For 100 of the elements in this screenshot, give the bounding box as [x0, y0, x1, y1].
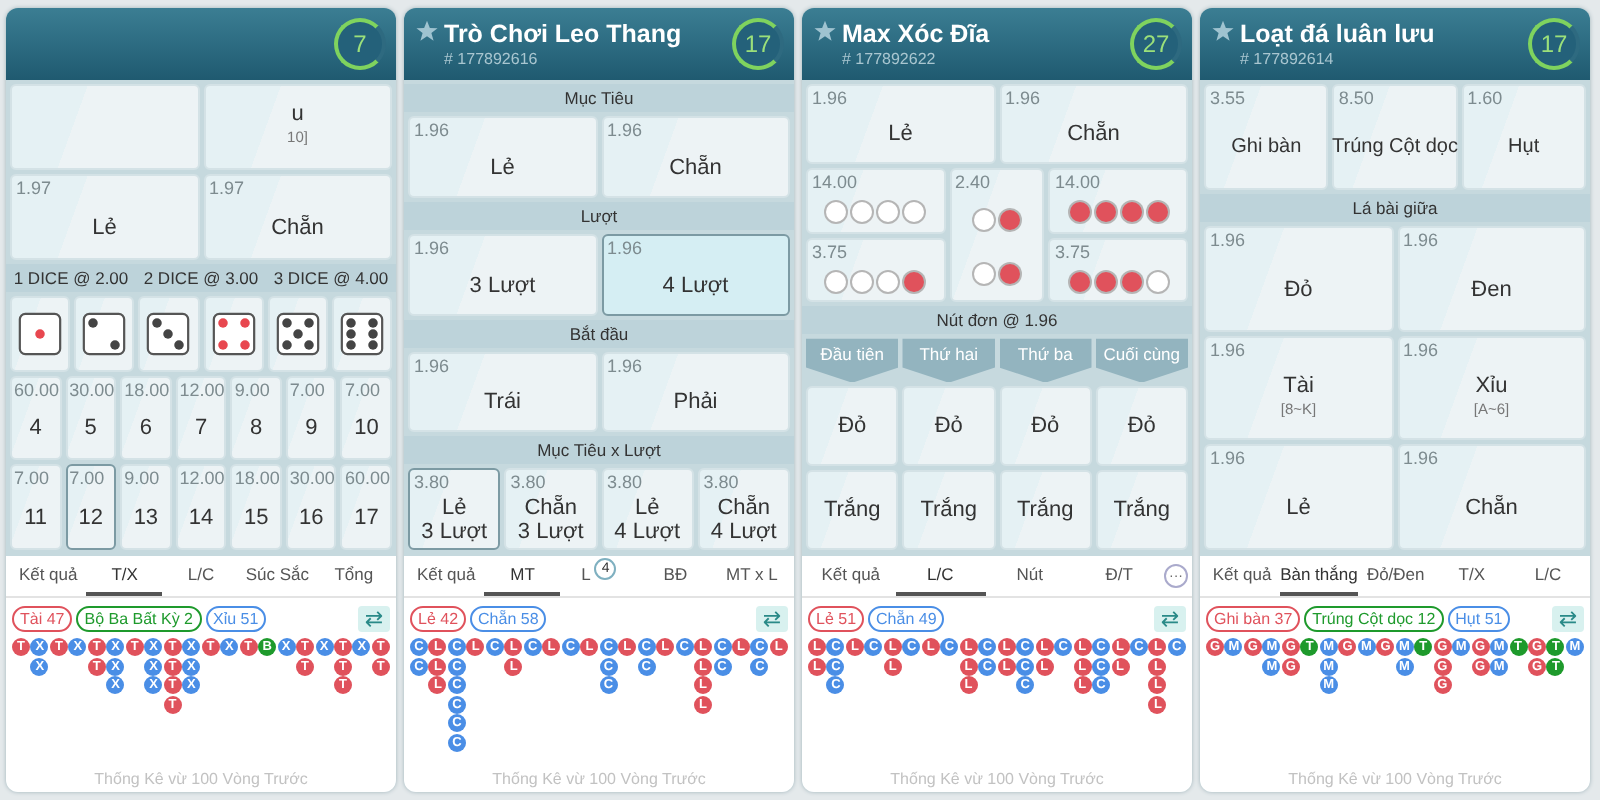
tab[interactable]: Kết quả [10, 556, 87, 596]
dice-button[interactable] [74, 295, 135, 371]
bet-button[interactable]: 1.97 Lẻ [10, 173, 199, 259]
die-icon [339, 311, 384, 355]
column-header: Cuối cùng [1095, 338, 1188, 383]
dice-button[interactable] [331, 295, 393, 371]
bet-button[interactable]: 1.96 4 Lượt [601, 233, 790, 315]
bet-button[interactable]: 3.80 Lẻ 3 Lượt [408, 468, 501, 550]
bet-button[interactable]: 30.00 5 [65, 375, 117, 461]
section-header: Mục Tiêu x Lượt [404, 436, 794, 465]
bet-button[interactable]: 7.00 9 [285, 375, 337, 461]
bet-button[interactable]: Trắng [902, 470, 995, 550]
stats-caption: Thống Kê vừ 100 Vòng Trước [888, 770, 1106, 788]
bet-button[interactable]: 12.00 7 [175, 375, 227, 461]
timer-badge: 17 [1528, 18, 1580, 70]
legend-chip: Bộ Ba Bất Kỳ 2 [76, 605, 201, 631]
tab[interactable]: Đ/T [1074, 556, 1164, 596]
legend-chip: Tài 47 [12, 605, 73, 631]
round-id: # 177892616 [444, 50, 540, 68]
bet-button[interactable]: Trắng [1095, 470, 1188, 550]
tab[interactable]: Kết quả [408, 556, 485, 596]
die-icon [211, 311, 256, 355]
bet-button[interactable]: 60.00 17 [340, 464, 393, 550]
bet-button[interactable]: 30.00 16 [285, 464, 337, 550]
tab[interactable]: T/X [1433, 556, 1510, 596]
tab[interactable]: Nút [985, 556, 1075, 596]
bet-button[interactable]: 1.96 Chẵn [601, 116, 790, 198]
odds-label: 3 DICE @ 4.00 [273, 267, 389, 287]
dice-button[interactable] [203, 295, 264, 371]
legend-chip: Trúng Cột dọc 12 [1304, 605, 1444, 631]
legend-chip: Xỉu 51 [205, 605, 267, 631]
dice-button[interactable] [138, 295, 200, 371]
round-id: # 177892622 [842, 50, 938, 68]
tab[interactable]: Tổng [315, 556, 393, 596]
bet-button[interactable]: 3.80 Chẵn 3 Lượt [504, 468, 597, 550]
bet-button[interactable]: Đỏ [999, 386, 1092, 467]
star-icon[interactable] [1212, 20, 1234, 42]
dice-button[interactable] [10, 295, 71, 371]
legend-chip: Hụt 51 [1447, 605, 1511, 631]
bet-button[interactable]: 60.00 4 [10, 375, 62, 461]
bet-button[interactable]: 8.50 Trúng Cột dọc [1332, 84, 1458, 190]
legend-chip: Chẵn 58 [470, 605, 547, 631]
die-icon [275, 311, 320, 355]
timer-badge: 27 [1130, 18, 1182, 70]
bet-button[interactable]: 1.97 Chẵn [203, 173, 392, 259]
bet-button[interactable]: 7.00 12 [65, 464, 117, 550]
star-icon[interactable] [814, 20, 836, 42]
bet-button[interactable]: 1.96 Phải [601, 351, 790, 433]
bet-button[interactable]: 1.96 Chẵn [999, 84, 1188, 164]
legend-chip: Lẻ 42 [410, 605, 467, 631]
bet-button[interactable]: Đỏ [806, 386, 899, 467]
tab[interactable]: L/C [1509, 556, 1587, 596]
bet-button[interactable]: 9.00 13 [120, 464, 172, 550]
legend-chip: Chẵn 49 [868, 605, 945, 631]
bet-button[interactable]: 1.96 Lẻ [1204, 444, 1393, 550]
bet-button[interactable]: 12.00 14 [175, 464, 227, 550]
tab[interactable]: Đỏ/Đen [1357, 556, 1434, 596]
bet-button[interactable]: Đỏ [1095, 386, 1188, 467]
bet-button[interactable]: 7.00 11 [10, 464, 62, 550]
bet-button[interactable]: Trắng [806, 470, 899, 550]
bet-button[interactable]: 18.00 15 [230, 464, 282, 550]
bet-button[interactable]: 3.55 Ghi bàn [1204, 84, 1329, 190]
game-title: Loạt đá luân lưu [1240, 20, 1437, 48]
tab[interactable]: Kết quả [1204, 556, 1281, 596]
stats-caption: Thống Kê vừ 100 Vòng Trước [490, 770, 708, 788]
dice-button[interactable] [267, 295, 328, 371]
bet-button[interactable]: 3.80 Chẵn 4 Lượt [697, 468, 790, 550]
bet-button[interactable]: Trắng [999, 470, 1092, 550]
tab[interactable]: Kết quả [806, 556, 896, 596]
bet-button[interactable]: 1.60 Hụt [1461, 84, 1586, 190]
bet-button[interactable]: 1.96 Đỏ [1204, 225, 1393, 331]
bet-button[interactable]: 7.00 10 [340, 375, 393, 461]
bet-button[interactable]: 1.96 Trái [408, 351, 597, 433]
bet-button[interactable]: 1.96 Lẻ [806, 84, 995, 164]
die-icon [82, 311, 127, 355]
bet-button[interactable]: 1.96 Lẻ [408, 116, 597, 198]
odds-label: 1 DICE @ 2.00 [13, 267, 129, 287]
odds-label: 2 DICE @ 3.00 [143, 267, 259, 287]
tab[interactable]: BĐ [637, 556, 714, 596]
die-icon [18, 311, 63, 355]
tab[interactable]: Súc Sắc [239, 556, 316, 596]
bet-button[interactable]: Đỏ [902, 386, 995, 467]
stats-caption: Thống Kê vừ 100 Vòng Trước [92, 770, 310, 788]
legend-chip: Ghi bàn 37 [1206, 605, 1301, 631]
stats-caption: Thống Kê vừ 100 Vòng Trước [1286, 770, 1504, 788]
bet-button[interactable]: 3.80 Lẻ 4 Lượt [601, 468, 694, 550]
bet-button[interactable]: 1.96 Chẵn [1397, 444, 1586, 550]
timer-badge: 7 [334, 18, 386, 70]
tab[interactable]: MT x L [713, 556, 791, 596]
section-header: Mục Tiêu [404, 84, 794, 112]
section-header: Nút đơn @ 1.96 [802, 306, 1192, 335]
die-icon [146, 311, 191, 355]
tab[interactable]: L/C [162, 556, 240, 596]
star-icon[interactable] [416, 20, 438, 42]
timer-badge: 17 [732, 18, 784, 70]
bet-button[interactable]: 9.00 8 [230, 375, 282, 461]
bet-button[interactable]: 1.96 Đen [1397, 225, 1586, 331]
bet-button[interactable]: 18.00 6 [120, 375, 172, 461]
bet-button[interactable]: 1.96 3 Lượt [408, 233, 597, 315]
column-header: Thứ ba [999, 338, 1092, 383]
